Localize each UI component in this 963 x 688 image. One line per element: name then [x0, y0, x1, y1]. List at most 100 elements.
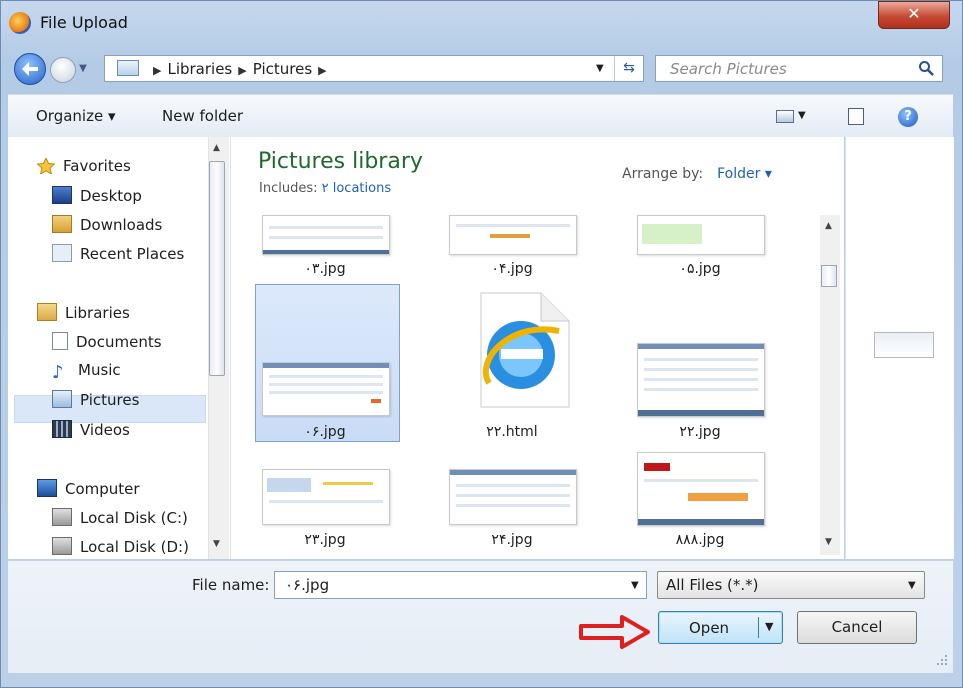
file-thumbnail[interactable] [637, 215, 765, 255]
file-name[interactable]: ۰۶.jpg [255, 424, 395, 440]
file-thumbnail[interactable] [262, 469, 390, 525]
pictures-icon [52, 390, 72, 408]
help-icon[interactable]: ? [898, 107, 918, 127]
nav-favorites[interactable]: Favorites [36, 156, 131, 176]
file-name[interactable]: ۲۲.html [442, 424, 582, 440]
file-name[interactable]: ۰۵.jpg [630, 261, 770, 277]
nav-label: Local Disk (C:) [80, 509, 188, 527]
computer-icon [37, 479, 57, 497]
new-folder-button[interactable]: New folder [162, 107, 243, 125]
nav-label: Desktop [80, 187, 142, 205]
back-arrow-icon [22, 62, 38, 76]
file-list-scrollbar-thumb[interactable] [821, 265, 837, 287]
library-includes: Includes: ۲ locations [259, 181, 391, 196]
internet-explorer-icon[interactable] [479, 291, 571, 409]
scroll-down-icon[interactable]: ▼ [213, 539, 220, 549]
forward-button[interactable] [50, 57, 76, 83]
search-placeholder: Search Pictures [670, 60, 787, 78]
nav-videos[interactable]: Videos [52, 420, 130, 439]
cancel-button[interactable]: Cancel [797, 611, 917, 644]
annotation-arrow-icon [579, 615, 650, 649]
file-thumbnail[interactable] [637, 343, 765, 417]
search-icon[interactable] [918, 60, 934, 76]
nav-libraries[interactable]: Libraries [37, 303, 130, 322]
command-toolbar: Organize ▾ New folder ▼ ? [8, 94, 953, 138]
address-dropdown-icon[interactable]: ▼ [596, 63, 604, 74]
nav-music[interactable]: ♪ Music [52, 361, 121, 383]
split-divider [758, 617, 759, 638]
nav-label: Music [78, 361, 121, 379]
organize-button[interactable]: Organize ▾ [36, 107, 116, 125]
nav-downloads[interactable]: Downloads [52, 215, 162, 234]
chevron-right-icon[interactable]: ▶ [318, 64, 326, 77]
nav-label: Recent Places [80, 245, 185, 263]
star-icon [36, 156, 56, 176]
nav-desktop[interactable]: Desktop [52, 186, 142, 205]
refresh-button[interactable]: ⇆ [614, 56, 643, 81]
file-thumbnail[interactable] [637, 452, 765, 526]
chevron-down-icon: ▼ [908, 580, 916, 591]
chevron-right-icon[interactable]: ▶ [238, 64, 246, 77]
disk-icon [52, 508, 72, 526]
documents-icon [52, 332, 68, 350]
nav-recent-places[interactable]: Recent Places [52, 244, 184, 263]
breadcrumb-pictures[interactable]: Pictures [253, 60, 312, 78]
address-bar[interactable]: ▶ Libraries ▶ Pictures ▶ [104, 55, 644, 82]
open-button[interactable]: Open ▼ [658, 611, 783, 644]
music-icon: ♪ [52, 362, 64, 383]
back-button[interactable] [14, 53, 46, 85]
arrange-label: Arrange by: [622, 166, 704, 182]
nav-local-disk-c[interactable]: Local Disk (C:) [52, 508, 188, 527]
libraries-icon [37, 303, 57, 321]
file-name-panel: File name: ۰۶.jpg ▼ All Files (*.*) ▼ Op… [8, 560, 953, 673]
arrange-by-dropdown[interactable]: Folder ▾ [717, 166, 772, 182]
chevron-down-icon[interactable]: ▼ [631, 580, 639, 591]
file-name-input[interactable]: ۰۶.jpg ▼ [274, 571, 647, 599]
file-name[interactable]: ۲۲.jpg [630, 424, 770, 440]
chevron-down-icon: ▼ [798, 110, 806, 121]
open-dropdown-icon[interactable]: ▼ [765, 620, 773, 633]
file-type-select[interactable]: All Files (*.*) ▼ [657, 571, 925, 599]
file-name[interactable]: ۲۳.jpg [255, 532, 395, 548]
resize-grip-icon[interactable] [936, 654, 948, 666]
nav-label: Favorites [63, 157, 131, 175]
recent-places-icon [52, 244, 72, 262]
close-button[interactable]: ✕ [878, 1, 950, 29]
file-name[interactable]: ۰۴.jpg [442, 261, 582, 277]
folder-view-icon [117, 60, 139, 76]
title-bar[interactable]: File Upload ✕ [0, 0, 963, 48]
nav-computer[interactable]: Computer [37, 479, 140, 498]
nav-documents[interactable]: Documents [52, 332, 162, 351]
includes-locations-link[interactable]: ۲ locations [322, 181, 391, 196]
file-thumbnail[interactable] [449, 469, 577, 525]
preview-pane [845, 137, 954, 559]
nav-local-disk-d[interactable]: Local Disk (D:) [52, 537, 189, 556]
history-dropdown-icon[interactable]: ▼ [76, 60, 90, 78]
scroll-down-icon[interactable]: ▼ [825, 537, 832, 547]
file-thumbnail[interactable] [262, 362, 390, 416]
file-thumbnail[interactable] [262, 215, 390, 255]
nav-scrollbar-thumb[interactable] [209, 161, 225, 376]
nav-label: Local Disk (D:) [80, 538, 189, 556]
file-thumbnail[interactable] [449, 215, 577, 255]
arrange-by: Arrange by: Folder ▾ [622, 166, 772, 182]
scroll-up-icon[interactable]: ▲ [213, 143, 220, 153]
window-title: File Upload [40, 13, 128, 32]
preview-pane-button[interactable] [848, 108, 864, 125]
change-view-button[interactable]: ▼ [776, 107, 810, 125]
desktop-icon [52, 186, 72, 204]
breadcrumb-libraries[interactable]: Libraries [167, 60, 232, 78]
scroll-up-icon[interactable]: ▲ [825, 221, 832, 231]
nav-label: Libraries [65, 304, 130, 322]
breadcrumb: ▶ Libraries ▶ Pictures ▶ [117, 60, 333, 78]
file-name[interactable]: ۰۳.jpg [255, 261, 395, 277]
file-name[interactable]: ۲۴.jpg [442, 532, 582, 548]
nav-pictures[interactable]: Pictures [52, 390, 139, 409]
downloads-icon [52, 215, 72, 233]
nav-label: Downloads [80, 216, 163, 234]
file-name[interactable]: ۸۸۸.jpg [630, 532, 770, 548]
nav-label: Videos [80, 421, 130, 439]
search-input[interactable]: Search Pictures [655, 55, 943, 82]
file-list: Pictures library Includes: ۲ locations A… [231, 137, 844, 559]
chevron-right-icon[interactable]: ▶ [153, 64, 161, 77]
